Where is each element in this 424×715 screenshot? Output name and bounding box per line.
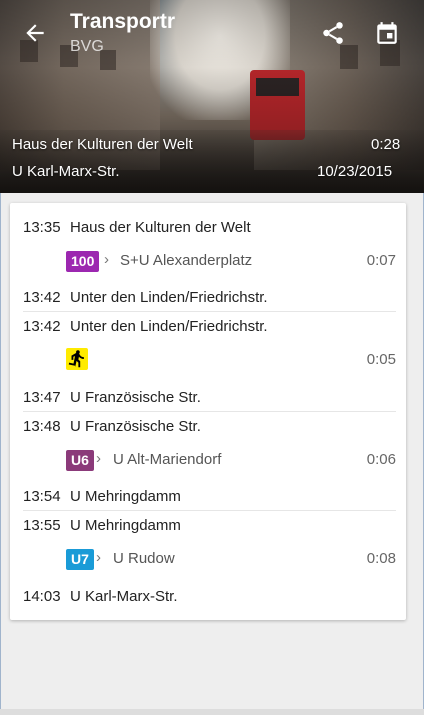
toolbar: Transportr BVG <box>0 0 424 70</box>
leg-duration: 0:06 <box>366 451 396 468</box>
walk-icon <box>66 348 88 370</box>
leg-duration: 0:08 <box>366 550 396 567</box>
leg-row[interactable]: 0:05 <box>10 347 406 375</box>
departure-time: 13:42 <box>23 318 61 335</box>
trip-details-card: 13:35 Haus der Kulturen der Welt 100 › S+… <box>10 203 406 620</box>
trip-from: Haus der Kulturen der Welt <box>12 136 193 153</box>
direction: U Alt-Mariendorf <box>113 451 222 468</box>
direction: U Rudow <box>113 550 175 567</box>
stop-row: 13:42 Unter den Linden/Friedrichstr. <box>23 289 268 306</box>
line-badge: U6 <box>66 450 94 471</box>
trip-to: U Karl-Marx-Str. <box>12 163 120 180</box>
departure-stop: U Französische Str. <box>70 418 201 435</box>
calendar-icon[interactable] <box>374 20 400 46</box>
arrival-stop: U Karl-Marx-Str. <box>70 588 178 605</box>
stop-row: 13:54 U Mehringdamm <box>23 488 181 505</box>
leg-duration: 0:05 <box>366 351 396 368</box>
line-badge: 100 <box>66 251 100 272</box>
direction: S+U Alexanderplatz <box>120 252 253 269</box>
arrival-time: 13:42 <box>23 289 61 306</box>
stop-row: 13:42 Unter den Linden/Friedrichstr. <box>23 318 268 335</box>
screen: Transportr BVG Haus der Kulturen der Wel… <box>0 0 424 715</box>
arrival-stop: U Mehringdamm <box>70 488 181 505</box>
stop-row: 13:47 U Französische Str. <box>23 389 201 406</box>
arrow-back-icon[interactable] <box>22 20 48 46</box>
header-photo: Transportr BVG Haus der Kulturen der Wel… <box>0 0 424 193</box>
chevron-right-icon: › <box>96 549 101 566</box>
bottom-bar <box>0 709 424 715</box>
divider <box>23 510 396 511</box>
arrival-time: 14:03 <box>23 588 61 605</box>
stop-row: 13:48 U Französische Str. <box>23 418 201 435</box>
line-badge: U7 <box>66 549 94 570</box>
leg-row[interactable]: U7 › U Rudow 0:08 <box>10 546 406 574</box>
chevron-right-icon: › <box>96 450 101 467</box>
departure-time: 13:48 <box>23 418 61 435</box>
departure-time: 13:35 <box>23 219 61 236</box>
trip-date: 10/23/2015 <box>317 163 393 180</box>
arrival-time: 13:47 <box>23 389 61 406</box>
app-title: Transportr <box>70 10 176 33</box>
chevron-right-icon: › <box>104 251 109 268</box>
window-edge-left <box>0 193 1 715</box>
departure-stop: Haus der Kulturen der Welt <box>70 219 251 236</box>
arrival-stop: U Französische Str. <box>70 389 201 406</box>
divider <box>23 311 396 312</box>
arrival-stop: Unter den Linden/Friedrichstr. <box>70 289 268 306</box>
leg-row[interactable]: 100 › S+U Alexanderplatz 0:07 <box>10 248 406 276</box>
stop-row: 13:35 Haus der Kulturen der Welt <box>23 219 251 236</box>
trip-duration: 0:28 <box>371 136 401 153</box>
departure-stop: U Mehringdamm <box>70 517 181 534</box>
departure-stop: Unter den Linden/Friedrichstr. <box>70 318 268 335</box>
app-subtitle: BVG <box>70 38 104 55</box>
arrival-time: 13:54 <box>23 488 61 505</box>
leg-duration: 0:07 <box>366 252 396 269</box>
leg-row[interactable]: U6 › U Alt-Mariendorf 0:06 <box>10 447 406 475</box>
divider <box>23 411 396 412</box>
departure-time: 13:55 <box>23 517 61 534</box>
stop-row: 13:55 U Mehringdamm <box>23 517 181 534</box>
share-icon[interactable] <box>320 20 346 46</box>
stop-row: 14:03 U Karl-Marx-Str. <box>23 588 178 605</box>
